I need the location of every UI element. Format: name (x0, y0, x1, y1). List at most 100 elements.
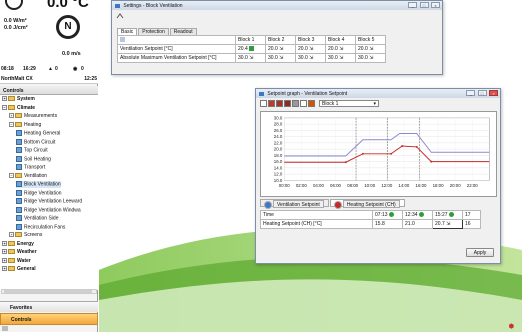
close-button[interactable]: × (489, 90, 498, 96)
setpoint-cell[interactable]: 30.0 ⇲ (265, 53, 296, 63)
table-corner (117, 35, 236, 45)
edit-icon[interactable]: ⇲ (279, 55, 283, 61)
minimize-button[interactable]: _ (408, 2, 418, 8)
settings-window[interactable]: Settings - Block Ventilation _ □ × Basic… (111, 0, 443, 75)
favorites-tab[interactable]: Favorites (0, 301, 98, 312)
settings-icon[interactable] (2, 326, 8, 331)
expand-icon[interactable]: + (2, 249, 7, 255)
controls-tab[interactable]: Controls (0, 313, 98, 325)
tree-item[interactable]: + Measurements (9, 113, 57, 120)
expand-icon[interactable]: + (2, 96, 7, 102)
value-cell[interactable]: 21.0 (402, 219, 433, 229)
setpoint-cell[interactable]: 30.0 ⇲ (295, 53, 326, 63)
tree-item[interactable]: + Screens (9, 232, 42, 239)
tree-item[interactable]: + Weather (2, 249, 37, 256)
value-cell[interactable]: 20.7 ⇲ (432, 219, 463, 229)
tab-protection[interactable]: Protection (138, 28, 169, 35)
time-cell[interactable]: 07:13 (372, 210, 403, 220)
expand-icon[interactable]: + (9, 232, 14, 238)
horizontal-scrollbar[interactable] (1, 289, 97, 294)
edit-icon[interactable]: ⇲ (309, 46, 313, 52)
setpoint-cell[interactable]: 20.0 ⇲ (265, 44, 296, 54)
time-cell[interactable]: 17 (462, 210, 481, 220)
setpoint-cell[interactable]: 20.0 ⇲ (295, 44, 326, 54)
tree-item[interactable]: Ridge Ventilation (16, 189, 62, 197)
edit-icon[interactable]: ⇲ (446, 221, 450, 227)
edit-icon[interactable]: ⇲ (309, 55, 313, 61)
setpoint-cell[interactable]: 20.4 (235, 44, 266, 54)
tree-item[interactable]: Heating General (16, 130, 60, 137)
tree-item[interactable]: Top Circuit (16, 147, 48, 154)
tree-item[interactable]: Block Ventilation (16, 181, 61, 188)
setpoint-cell[interactable]: 30.0 ⇲ (355, 53, 386, 63)
alarm-icon[interactable]: ▲ (48, 66, 53, 72)
message-icon[interactable]: ◉ (73, 66, 77, 72)
control-icon (16, 164, 22, 170)
y-tick-label: 16.0 (274, 159, 283, 164)
tree-item[interactable]: Ridge Ventilation Leeward (16, 198, 82, 205)
expand-icon[interactable]: + (2, 257, 7, 263)
expand-icon[interactable]: + (2, 240, 7, 246)
setpoint-cell[interactable]: 20.0 ⇲ (355, 44, 386, 54)
legend-heating[interactable]: Heating Setpoint (CH) (329, 199, 405, 209)
setpoint-cell[interactable]: 20.0 ⇲ (325, 44, 356, 54)
setpoint-cell[interactable]: 30.0 ⇲ (235, 53, 266, 63)
block-select[interactable]: Block 1 ▾ (319, 100, 379, 107)
x-tick-label: 18:00 (433, 183, 445, 188)
tab-basic[interactable]: Basic (117, 28, 138, 35)
edit-icon[interactable]: ⇲ (249, 55, 253, 61)
controls-tree[interactable]: + System − Climate + Measurements − Heating Heat… (0, 95, 98, 290)
tree-item[interactable]: − Heating (9, 122, 41, 129)
close-button[interactable]: × (431, 2, 440, 8)
edit-icon[interactable]: ⇲ (339, 55, 343, 61)
tree-item[interactable]: + Water (2, 258, 31, 265)
apply-button[interactable]: Apply (466, 248, 494, 257)
tree-item[interactable]: + Energy (2, 241, 34, 248)
tree-item[interactable]: − Climate (2, 105, 35, 112)
expand-icon[interactable]: + (9, 113, 14, 119)
settings-titlebar[interactable]: Settings - Block Ventilation _ □ × (112, 1, 442, 10)
reset-icon[interactable] (292, 100, 299, 107)
setpoint-graph-window[interactable]: Setpoint graph - Ventilation Setpoint _ … (255, 88, 501, 264)
tree-item[interactable]: Soil Heating (16, 155, 51, 163)
tree-item[interactable]: Ventilation Side (16, 215, 58, 222)
tree-item[interactable]: Ridge Ventilation Windwa (16, 206, 81, 214)
collapse-icon[interactable]: − (9, 121, 14, 127)
time-cell[interactable]: 15:27 (432, 210, 463, 220)
setpoint-chart[interactable]: 30.0 28.026.024.022.0 20.018.016.014.0 12.0… (260, 111, 497, 197)
edit-icon[interactable]: ⇲ (339, 46, 343, 52)
value-cell[interactable]: 16 (462, 219, 481, 229)
row-label: Absolute Maximum Ventilation Setpoint [°… (117, 53, 236, 63)
chart-add-icon[interactable] (276, 100, 283, 107)
tree-item[interactable]: Bottom Circuit (16, 138, 55, 146)
help-icon[interactable] (260, 100, 267, 107)
maximize-button[interactable]: □ (419, 2, 429, 8)
collapse-icon[interactable]: − (2, 104, 7, 110)
edit-icon[interactable]: ⇲ (369, 46, 373, 52)
tree-item[interactable]: + System (2, 96, 35, 103)
save-icon[interactable] (300, 100, 307, 107)
tree-item[interactable]: Transport (16, 164, 45, 171)
print-icon[interactable] (308, 100, 315, 107)
tab-readout[interactable]: Readout (169, 28, 197, 35)
scroll-thumb[interactable] (4, 290, 92, 293)
cell-value: 20.0 (358, 46, 368, 52)
chart-icon[interactable] (268, 100, 275, 107)
sync-icon[interactable] (116, 13, 124, 20)
collapse-icon[interactable]: − (9, 172, 14, 178)
graph-titlebar[interactable]: Setpoint graph - Ventilation Setpoint _ … (256, 89, 500, 98)
settings-table: Block 1 Block 2 Block 3 Block 4 Block 5 … (117, 35, 386, 63)
legend-ventilation[interactable]: Ventilation Setpoint (260, 199, 329, 209)
chart-remove-icon[interactable] (284, 100, 291, 107)
tree-item[interactable]: + General (2, 266, 36, 273)
setpoint-cell[interactable]: 30.0 ⇲ (325, 53, 356, 63)
expand-icon[interactable]: + (2, 266, 7, 272)
time-cell[interactable]: 12:34 (402, 210, 433, 220)
tree-item[interactable]: − Ventilation (9, 173, 47, 180)
tree-item[interactable]: Recirculation Fans (16, 223, 65, 231)
edit-icon[interactable]: ⇲ (369, 55, 373, 61)
maximize-button[interactable]: □ (477, 90, 487, 96)
edit-icon[interactable]: ⇲ (279, 46, 283, 52)
minimize-button[interactable]: _ (466, 90, 476, 96)
value-cell[interactable]: 15.8 (372, 219, 403, 229)
